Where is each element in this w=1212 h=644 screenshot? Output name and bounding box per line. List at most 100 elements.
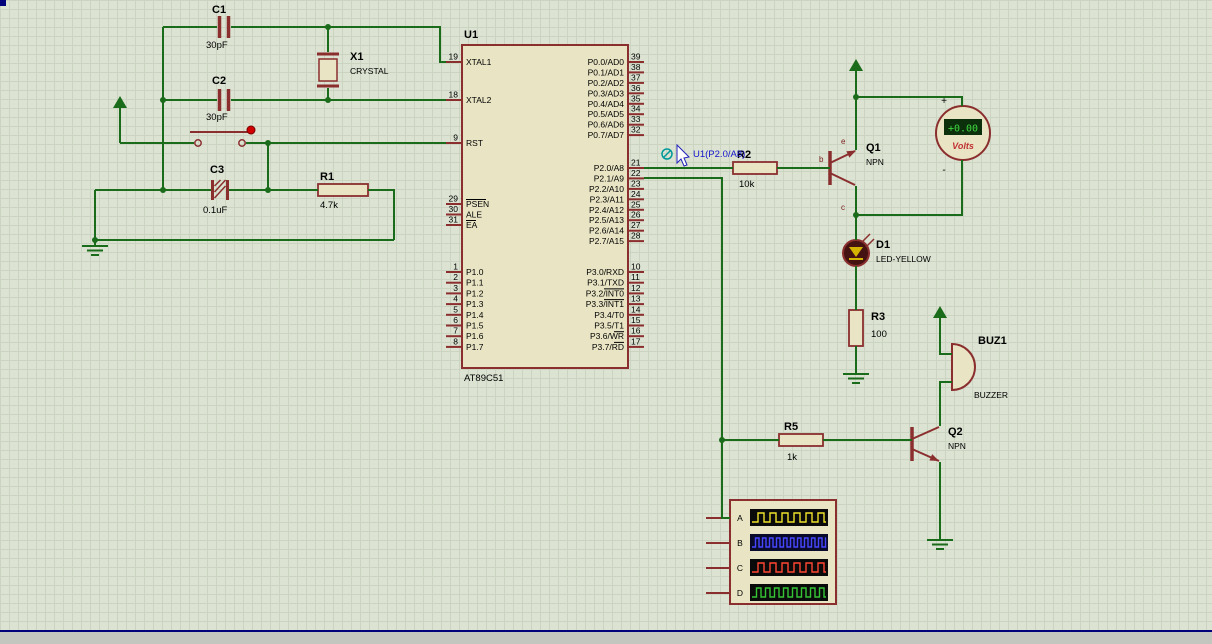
- vcc-arrow-icon[interactable]: [933, 306, 947, 318]
- vcc-arrow-icon[interactable]: [113, 96, 127, 108]
- u1-pin-name: P1.0: [466, 267, 484, 277]
- u1-pin-name: P0.5/AD5: [588, 109, 625, 119]
- junction-dot: [719, 437, 725, 443]
- crystal-x1[interactable]: X1 CRYSTAL: [317, 51, 389, 88]
- u1-pin-number: 23: [631, 178, 641, 188]
- q1-pin-b: b: [819, 155, 824, 164]
- u1-pin-number: 16: [631, 326, 641, 336]
- u1-pin-number: 26: [631, 210, 641, 220]
- u1-pin-name: P2.5/A13: [589, 215, 624, 225]
- wire[interactable]: [644, 177, 730, 519]
- resistor-r5[interactable]: R5 1k: [778, 421, 824, 463]
- u1-pin-name: P0.3/AD3: [588, 88, 625, 98]
- wire[interactable]: [939, 318, 952, 355]
- u1-part: AT89C51: [464, 373, 503, 384]
- voltmeter-reading: +0.00: [948, 124, 978, 135]
- r1-ref: R1: [320, 171, 334, 183]
- transistor-q1[interactable]: e b c Q1 NPN: [819, 137, 884, 212]
- q1-pin-c: c: [841, 203, 845, 212]
- u1-pin-name: P3.6/WR: [590, 331, 624, 341]
- buz1-ref: BUZ1: [978, 335, 1007, 347]
- u1-pin-name: P0.7/AD7: [588, 130, 625, 140]
- u1-pin-name: P2.2/A10: [589, 184, 624, 194]
- scope-screen-a: [750, 509, 828, 526]
- d1-ref: D1: [876, 239, 890, 251]
- junction-dot: [160, 97, 166, 103]
- u1-pin-number: 35: [631, 93, 641, 103]
- u1-pin-number: 27: [631, 220, 641, 230]
- u1-pin-name: P2.0/A8: [594, 163, 625, 173]
- window-bottom-strip: [0, 632, 1212, 644]
- u1-pin-number: 39: [631, 52, 641, 62]
- u1-pin-name: EA: [466, 220, 478, 230]
- u1-pin-number: 37: [631, 72, 641, 82]
- oscilloscope[interactable]: A B C D: [706, 499, 837, 605]
- schematic: C1 30pF C2 30pF X1 CRYSTAL C3 0.1uF R1 4…: [0, 0, 1212, 644]
- u1-pin-number: 6: [453, 315, 458, 325]
- voltmeter-minus: -: [942, 165, 945, 176]
- c2-ref: C2: [212, 75, 226, 87]
- scope-channel-label-d: D: [737, 588, 743, 598]
- buzzer-buz1[interactable]: BUZ1 BUZZER: [951, 335, 1008, 400]
- u1-pin-number: 15: [631, 315, 641, 325]
- capacitor-hatch: [213, 179, 227, 193]
- u1-pin-name: P2.1/A9: [594, 173, 625, 183]
- u1-pin-name: P1.5: [466, 321, 484, 331]
- transistor-collector: [911, 426, 940, 440]
- junction-dot: [325, 97, 331, 103]
- voltage-probe-icon: [662, 149, 672, 159]
- capacitor-hatch: [213, 179, 222, 187]
- mcu-u1[interactable]: U1 AT89C51 19XTAL118XTAL29RST29PSEN30ALE…: [446, 29, 644, 384]
- d1-type: LED-YELLOW: [876, 254, 931, 264]
- probe-net-label: U1(P2.0/A8): [693, 149, 745, 160]
- u1-pin-name: P2.7/A15: [589, 236, 624, 246]
- emitter-arrow: [846, 150, 856, 158]
- schematic-canvas[interactable]: C1 30pF C2 30pF X1 CRYSTAL C3 0.1uF R1 4…: [0, 0, 1212, 644]
- scope-screen-b: [750, 534, 828, 551]
- ground-icon[interactable]: [927, 539, 953, 550]
- wire[interactable]: [368, 189, 395, 240]
- u1-pin-number: 19: [449, 52, 459, 62]
- vcc-arrow-icon[interactable]: [849, 59, 863, 71]
- button-actuator-dot[interactable]: [246, 125, 256, 135]
- voltmeter-unit: Volts: [952, 141, 974, 151]
- resistor-body: [317, 183, 369, 197]
- u1-pin-number: 18: [449, 90, 459, 100]
- u1-pin-number: 3: [453, 283, 458, 293]
- x1-ref: X1: [350, 51, 363, 63]
- wire[interactable]: [939, 381, 952, 426]
- scope-channel-label-c: C: [737, 563, 743, 573]
- u1-pin-name: P1.6: [466, 331, 484, 341]
- u1-pin-number: 2: [453, 272, 458, 282]
- ground-icon[interactable]: [843, 373, 869, 384]
- u1-pin-number: 31: [449, 215, 459, 225]
- wire[interactable]: [856, 160, 963, 216]
- transistor-q2[interactable]: Q2 NPN: [910, 426, 966, 462]
- u1-pin-name: RST: [466, 138, 483, 148]
- c1-ref: C1: [212, 4, 226, 16]
- u1-pin-number: 30: [449, 204, 459, 214]
- u1-pin-name: P0.6/AD6: [588, 120, 625, 130]
- u1-pin-name: P1.2: [466, 288, 484, 298]
- u1-pin-name: P1.7: [466, 342, 484, 352]
- sheet-bottom-edge: [0, 630, 1212, 632]
- u1-pin-name: PSEN: [466, 199, 489, 209]
- resistor-r3[interactable]: R3 100: [848, 309, 887, 347]
- led-emission-arrow: [861, 233, 871, 243]
- u1-pin-number: 8: [453, 336, 458, 346]
- r5-ref: R5: [784, 421, 798, 433]
- u1-pin-number: 33: [631, 114, 641, 124]
- u1-pin-number: 38: [631, 62, 641, 72]
- reset-button[interactable]: [190, 125, 256, 147]
- u1-pin-number: 24: [631, 189, 641, 199]
- ground-icon[interactable]: [82, 245, 108, 256]
- wire[interactable]: [231, 26, 446, 63]
- u1-pin-name: P0.1/AD1: [588, 67, 625, 77]
- resistor-r1[interactable]: R1 4.7k: [317, 171, 369, 211]
- x1-type: CRYSTAL: [350, 66, 389, 76]
- c1-value: 30pF: [206, 40, 228, 51]
- q2-type: NPN: [948, 441, 966, 451]
- led-emission-arrow: [865, 238, 875, 248]
- r5-value: 1k: [787, 452, 797, 463]
- u1-pin-number: 25: [631, 199, 641, 209]
